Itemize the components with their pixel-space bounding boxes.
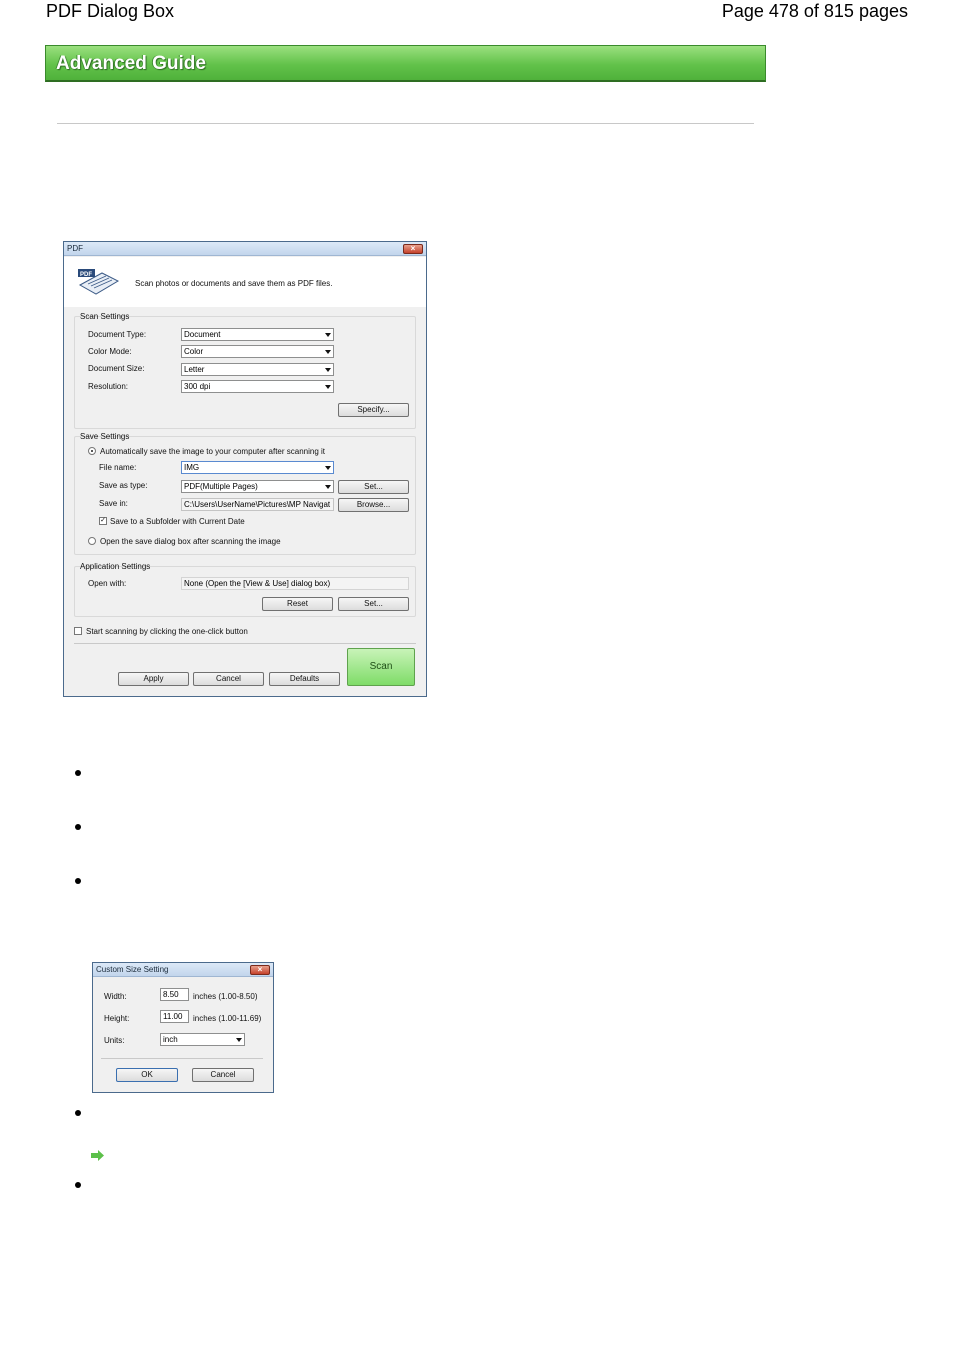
document-size-label: Document Size: xyxy=(88,364,145,373)
resolution-select[interactable]: 300 dpi xyxy=(181,380,334,393)
pdf-dialog-titlebar: PDF × xyxy=(64,242,426,256)
auto-save-radio[interactable] xyxy=(88,447,96,455)
bullet xyxy=(75,770,81,776)
bullet xyxy=(75,824,81,830)
divider xyxy=(57,123,754,124)
bullet xyxy=(75,878,81,884)
save-as-type-select[interactable]: PDF(Multiple Pages) xyxy=(181,480,334,493)
reset-button[interactable]: Reset xyxy=(262,597,333,611)
width-input[interactable]: 8.50 xyxy=(160,988,189,1001)
document-type-label: Document Type: xyxy=(88,330,147,339)
defaults-button[interactable]: Defaults xyxy=(269,672,340,686)
units-value: inch xyxy=(163,1035,178,1044)
chevron-down-icon xyxy=(325,368,331,372)
banner-label: Advanced Guide xyxy=(56,53,206,74)
open-dialog-label: Open the save dialog box after scanning … xyxy=(100,537,281,546)
pdf-document-icon: PDF xyxy=(78,269,120,295)
page-counter: Page 478 of 815 pages xyxy=(721,1,908,21)
chevron-down-icon xyxy=(325,466,331,470)
custom-size-cancel-button[interactable]: Cancel xyxy=(192,1068,254,1082)
pdf-dialog-title: PDF xyxy=(67,244,83,253)
scan-settings-title: Scan Settings xyxy=(80,312,130,321)
document-type-value: Document xyxy=(184,330,221,339)
width-label: Width: xyxy=(104,992,127,1001)
subfolder-label: Save to a Subfolder with Current Date xyxy=(110,517,245,526)
pdf-dialog-description: Scan photos or documents and save them a… xyxy=(135,279,333,288)
chevron-down-icon xyxy=(325,385,331,389)
color-mode-select[interactable]: Color xyxy=(181,345,334,358)
file-name-combo[interactable]: IMG xyxy=(181,461,334,474)
color-mode-label: Color Mode: xyxy=(88,347,132,356)
units-label: Units: xyxy=(104,1036,125,1045)
color-mode-value: Color xyxy=(184,347,204,356)
open-with-label: Open with: xyxy=(88,579,127,588)
application-set-button[interactable]: Set... xyxy=(338,597,409,611)
browse-button[interactable]: Browse... xyxy=(338,498,409,512)
custom-size-separator xyxy=(101,1058,263,1059)
save-in-field[interactable]: C:\Users\UserName\Pictures\MP Navigat xyxy=(181,498,334,511)
custom-size-title: Custom Size Setting xyxy=(96,965,169,974)
one-click-label: Start scanning by clicking the one-click… xyxy=(86,627,248,636)
document-size-value: Letter xyxy=(184,365,205,374)
specify-button[interactable]: Specify... xyxy=(338,403,409,417)
application-settings-title: Application Settings xyxy=(80,562,151,571)
link-arrow-icon[interactable] xyxy=(91,1150,105,1161)
save-type-set-button[interactable]: Set... xyxy=(338,480,409,494)
save-as-type-label: Save as type: xyxy=(99,481,148,490)
page-title: PDF Dialog Box xyxy=(46,1,175,21)
pdf-dialog-header: PDF Scan photos or documents and save th… xyxy=(64,257,426,307)
document-type-select[interactable]: Document xyxy=(181,328,334,341)
height-range: inches (1.00-11.69) xyxy=(193,1014,262,1023)
height-label: Height: xyxy=(104,1014,130,1023)
height-input[interactable]: 11.00 xyxy=(160,1010,189,1023)
bullet xyxy=(75,1110,81,1116)
pdf-dialog: PDF × PDF Scan photos or documents and s… xyxy=(63,241,427,697)
file-name-value: IMG xyxy=(184,463,200,472)
close-icon[interactable]: × xyxy=(250,965,270,975)
resolution-value: 300 dpi xyxy=(184,382,211,391)
save-in-label: Save in: xyxy=(99,499,128,508)
chevron-down-icon xyxy=(325,485,331,489)
one-click-checkbox[interactable] xyxy=(74,627,82,635)
custom-size-titlebar: Custom Size Setting × xyxy=(93,963,273,977)
open-with-field: None (Open the [View & Use] dialog box) xyxy=(181,577,409,590)
file-name-label: File name: xyxy=(99,463,137,472)
cancel-button[interactable]: Cancel xyxy=(193,672,264,686)
open-dialog-radio[interactable] xyxy=(88,537,96,545)
save-settings-title: Save Settings xyxy=(80,432,130,441)
advanced-guide-banner: Advanced Guide xyxy=(45,45,766,82)
chevron-down-icon xyxy=(325,333,331,337)
close-icon[interactable]: × xyxy=(403,244,423,254)
auto-save-label: Automatically save the image to your com… xyxy=(100,447,325,456)
scan-button[interactable]: Scan xyxy=(347,648,415,686)
chevron-down-icon xyxy=(236,1038,242,1042)
subfolder-checkbox[interactable]: ✓ xyxy=(99,517,107,525)
button-separator xyxy=(74,643,416,644)
document-size-select[interactable]: Letter xyxy=(181,363,334,376)
pdf-icon-text: PDF xyxy=(80,272,92,278)
save-as-type-value: PDF(Multiple Pages) xyxy=(184,482,258,491)
width-range: inches (1.00-8.50) xyxy=(193,992,258,1001)
bullet xyxy=(75,1182,81,1188)
resolution-label: Resolution: xyxy=(88,382,129,391)
units-select[interactable]: inch xyxy=(160,1033,245,1046)
chevron-down-icon xyxy=(325,350,331,354)
custom-size-dialog: Custom Size Setting × Width: 8.50 inches… xyxy=(92,962,274,1093)
ok-button[interactable]: OK xyxy=(116,1068,178,1082)
apply-button[interactable]: Apply xyxy=(118,672,189,686)
